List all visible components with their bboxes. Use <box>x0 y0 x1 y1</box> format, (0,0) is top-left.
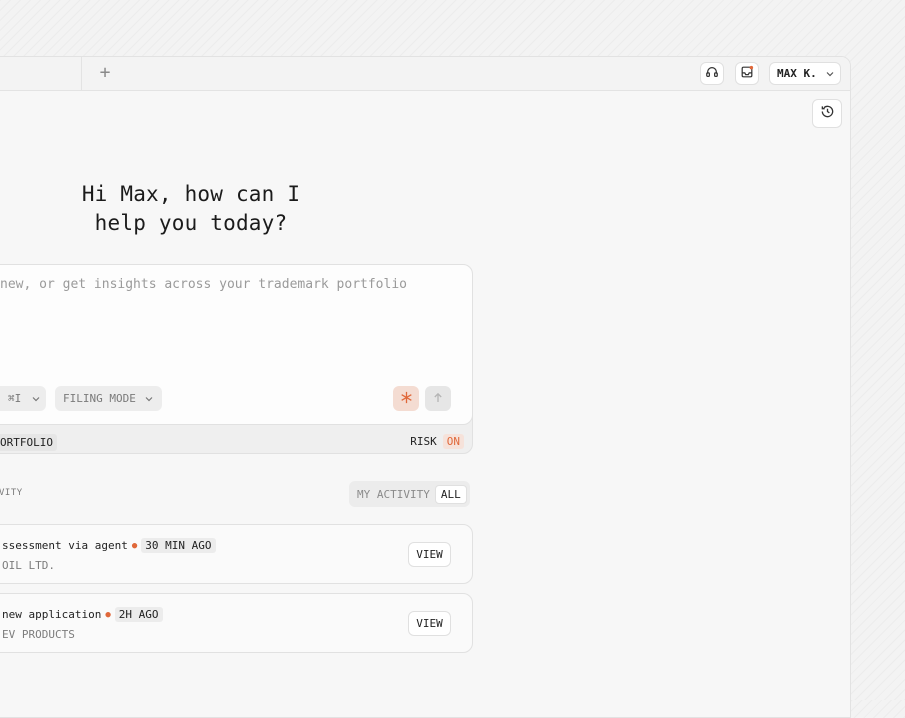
agent-toggle-button[interactable] <box>393 386 419 411</box>
add-tab-button[interactable]: + <box>95 63 115 83</box>
prompt-composer: new, or get insights across your tradema… <box>0 264 473 454</box>
headset-icon <box>705 64 719 83</box>
filter-all[interactable]: ALL <box>434 484 467 504</box>
shortcut-chip[interactable]: ⌘I <box>0 386 46 411</box>
risk-toggle[interactable]: RISK ON <box>410 434 464 449</box>
greeting-line-2: help you today? <box>94 211 288 235</box>
status-dot: ● <box>105 609 111 620</box>
inbox-button[interactable] <box>735 62 759 85</box>
risk-status-badge: ON <box>442 434 464 449</box>
risk-label: RISK <box>410 435 437 448</box>
tab-divider <box>81 57 82 90</box>
activity-subtitle: OIL LTD. <box>2 559 55 572</box>
activity-section-label: VITY <box>0 488 23 498</box>
send-button[interactable] <box>425 386 451 411</box>
time-badge: 30 MIN AGO <box>141 538 216 553</box>
portfolio-scope-chip[interactable]: ORTFOLIO <box>0 434 57 451</box>
shortcut-label: ⌘I <box>8 392 22 405</box>
chevron-down-icon <box>31 394 41 404</box>
asterisk-icon <box>400 388 413 409</box>
activity-title: new application ● 2H AGO <box>0 607 163 622</box>
activity-card: new application ● 2H AGO EV PRODUCTS VIE… <box>0 593 473 653</box>
chevron-down-icon <box>144 394 154 404</box>
activity-title: ssessment via agent ● 30 MIN AGO <box>0 538 216 553</box>
history-button[interactable] <box>812 99 842 128</box>
inbox-icon <box>740 64 754 83</box>
filing-mode-dropdown[interactable]: FILING MODE <box>55 386 162 411</box>
filter-my-activity[interactable]: MY ACTIVITY <box>352 486 435 503</box>
activity-filter: MY ACTIVITY ALL <box>349 481 470 507</box>
user-menu-button[interactable]: MAX K. <box>769 62 841 85</box>
chevron-down-icon <box>825 69 835 79</box>
time-badge: 2H AGO <box>114 607 163 622</box>
activity-title-text: new application <box>2 608 102 621</box>
history-icon <box>820 104 835 123</box>
app-window: + MAX K. Hi Max, how can I help you toda… <box>0 56 851 718</box>
portfolio-scope-label: ORTFOLIO <box>0 436 53 449</box>
support-button[interactable] <box>700 62 724 85</box>
activity-card: ssessment via agent ● 30 MIN AGO OIL LTD… <box>0 524 473 584</box>
arrow-up-icon <box>432 389 444 408</box>
status-dot: ● <box>131 540 138 551</box>
activity-subtitle: EV PRODUCTS <box>2 628 75 641</box>
page-title: Hi Max, how can I help you today? <box>61 180 321 238</box>
prompt-placeholder: new, or get insights across your tradema… <box>0 277 407 292</box>
view-button[interactable]: VIEW <box>408 542 451 567</box>
activity-title-text: ssessment via agent <box>2 539 128 552</box>
user-name: MAX K. <box>777 67 817 80</box>
view-button[interactable]: VIEW <box>408 611 451 636</box>
filing-mode-label: FILING MODE <box>63 392 136 405</box>
prompt-input-area[interactable]: new, or get insights across your tradema… <box>0 265 472 425</box>
tab-bar: + MAX K. <box>0 57 850 91</box>
greeting-line-1: Hi Max, how can I <box>81 182 301 206</box>
